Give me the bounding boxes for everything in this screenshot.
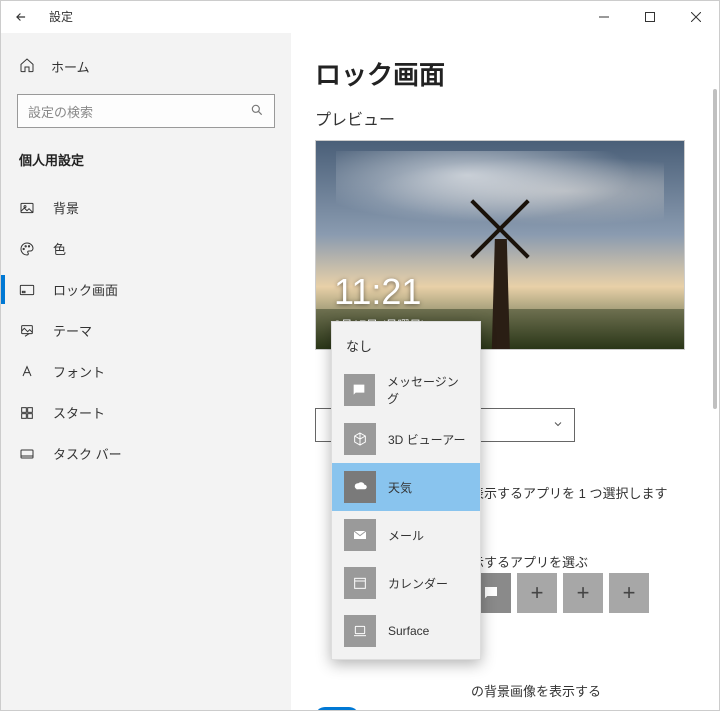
flyout-option-surface[interactable]: Surface bbox=[332, 607, 480, 655]
calendar-icon bbox=[344, 567, 376, 599]
titlebar: 設定 bbox=[1, 1, 719, 33]
sidebar-item-start[interactable]: スタート bbox=[1, 392, 291, 433]
picture-icon bbox=[19, 200, 35, 216]
page-title: ロック画面 bbox=[315, 55, 695, 92]
quick-tile-add[interactable]: + bbox=[563, 573, 603, 613]
nav-label: タスク バー bbox=[53, 444, 122, 463]
preview-label: プレビュー bbox=[315, 106, 695, 130]
search-icon bbox=[250, 103, 264, 120]
sidebar-item-themes[interactable]: テーマ bbox=[1, 310, 291, 351]
nav-label: ロック画面 bbox=[53, 280, 118, 299]
quick-tile-add[interactable]: + bbox=[517, 573, 557, 613]
minimize-button[interactable] bbox=[581, 1, 627, 32]
back-button[interactable] bbox=[1, 1, 41, 32]
app-picker-flyout: なし メッセージング 3D ビューアー 天気 メール カレンダー Surface bbox=[331, 321, 481, 660]
sidebar-item-fonts[interactable]: フォント bbox=[1, 351, 291, 392]
signin-bg-label: の背景画像を表示する bbox=[471, 681, 601, 700]
nav-label: 背景 bbox=[53, 198, 79, 217]
sidebar: ホーム 設定の検索 個人用設定 背景 色 ロック画面 テーマ フォント bbox=[1, 33, 291, 710]
home-label: ホーム bbox=[51, 57, 90, 76]
flyout-option-weather[interactable]: 天気 bbox=[332, 463, 480, 511]
home-icon bbox=[19, 57, 35, 76]
flyout-option-calendar[interactable]: カレンダー bbox=[332, 559, 480, 607]
theme-icon bbox=[19, 323, 35, 339]
flyout-label: メッセージング bbox=[387, 373, 468, 407]
window-title: 設定 bbox=[41, 1, 581, 32]
sidebar-item-background[interactable]: 背景 bbox=[1, 187, 291, 228]
search-input[interactable]: 設定の検索 bbox=[17, 94, 275, 128]
quick-apps-label: 示するアプリを選ぶ bbox=[471, 552, 588, 571]
sidebar-item-colors[interactable]: 色 bbox=[1, 228, 291, 269]
messaging-icon bbox=[344, 374, 375, 406]
flyout-label: 3D ビューアー bbox=[388, 431, 465, 448]
chevron-down-icon bbox=[552, 418, 564, 433]
flyout-label: 天気 bbox=[388, 479, 412, 496]
lockscreen-preview: 11:21 8月17日 (月曜日) bbox=[315, 140, 685, 350]
surface-icon bbox=[344, 615, 376, 647]
cube-icon bbox=[344, 423, 376, 455]
flyout-option-messaging[interactable]: メッセージング bbox=[332, 365, 480, 415]
scrollbar[interactable] bbox=[713, 89, 717, 409]
signin-bg-toggle[interactable]: オン bbox=[315, 707, 395, 710]
toggle-state-label: オン bbox=[369, 708, 395, 711]
flyout-option-3dviewer[interactable]: 3D ビューアー bbox=[332, 415, 480, 463]
start-icon bbox=[19, 405, 35, 421]
preview-clock: 11:21 bbox=[334, 271, 421, 313]
font-icon bbox=[19, 364, 35, 380]
home-link[interactable]: ホーム bbox=[1, 49, 291, 84]
quick-tile-add[interactable]: + bbox=[609, 573, 649, 613]
flyout-label: Surface bbox=[388, 624, 429, 638]
flyout-label: カレンダー bbox=[388, 575, 448, 592]
flyout-none-option[interactable]: なし bbox=[332, 326, 480, 365]
taskbar-icon bbox=[19, 446, 35, 462]
flyout-option-mail[interactable]: メール bbox=[332, 511, 480, 559]
detail-app-label: 表示するアプリを 1 つ選択します bbox=[471, 483, 667, 502]
section-title: 個人用設定 bbox=[1, 150, 291, 187]
flyout-label: メール bbox=[388, 527, 424, 544]
weather-icon bbox=[344, 471, 376, 503]
search-placeholder: 設定の検索 bbox=[28, 102, 93, 121]
nav-label: テーマ bbox=[53, 321, 92, 340]
nav-label: スタート bbox=[53, 403, 105, 422]
mail-icon bbox=[344, 519, 376, 551]
nav-label: フォント bbox=[53, 362, 105, 381]
close-button[interactable] bbox=[673, 1, 719, 32]
sidebar-item-lockscreen[interactable]: ロック画面 bbox=[1, 269, 291, 310]
nav-label: 色 bbox=[53, 239, 66, 258]
maximize-button[interactable] bbox=[627, 1, 673, 32]
lockscreen-icon bbox=[19, 282, 35, 298]
sidebar-item-taskbar[interactable]: タスク バー bbox=[1, 433, 291, 474]
quick-status-tiles: + + + bbox=[471, 573, 649, 613]
palette-icon bbox=[19, 241, 35, 257]
